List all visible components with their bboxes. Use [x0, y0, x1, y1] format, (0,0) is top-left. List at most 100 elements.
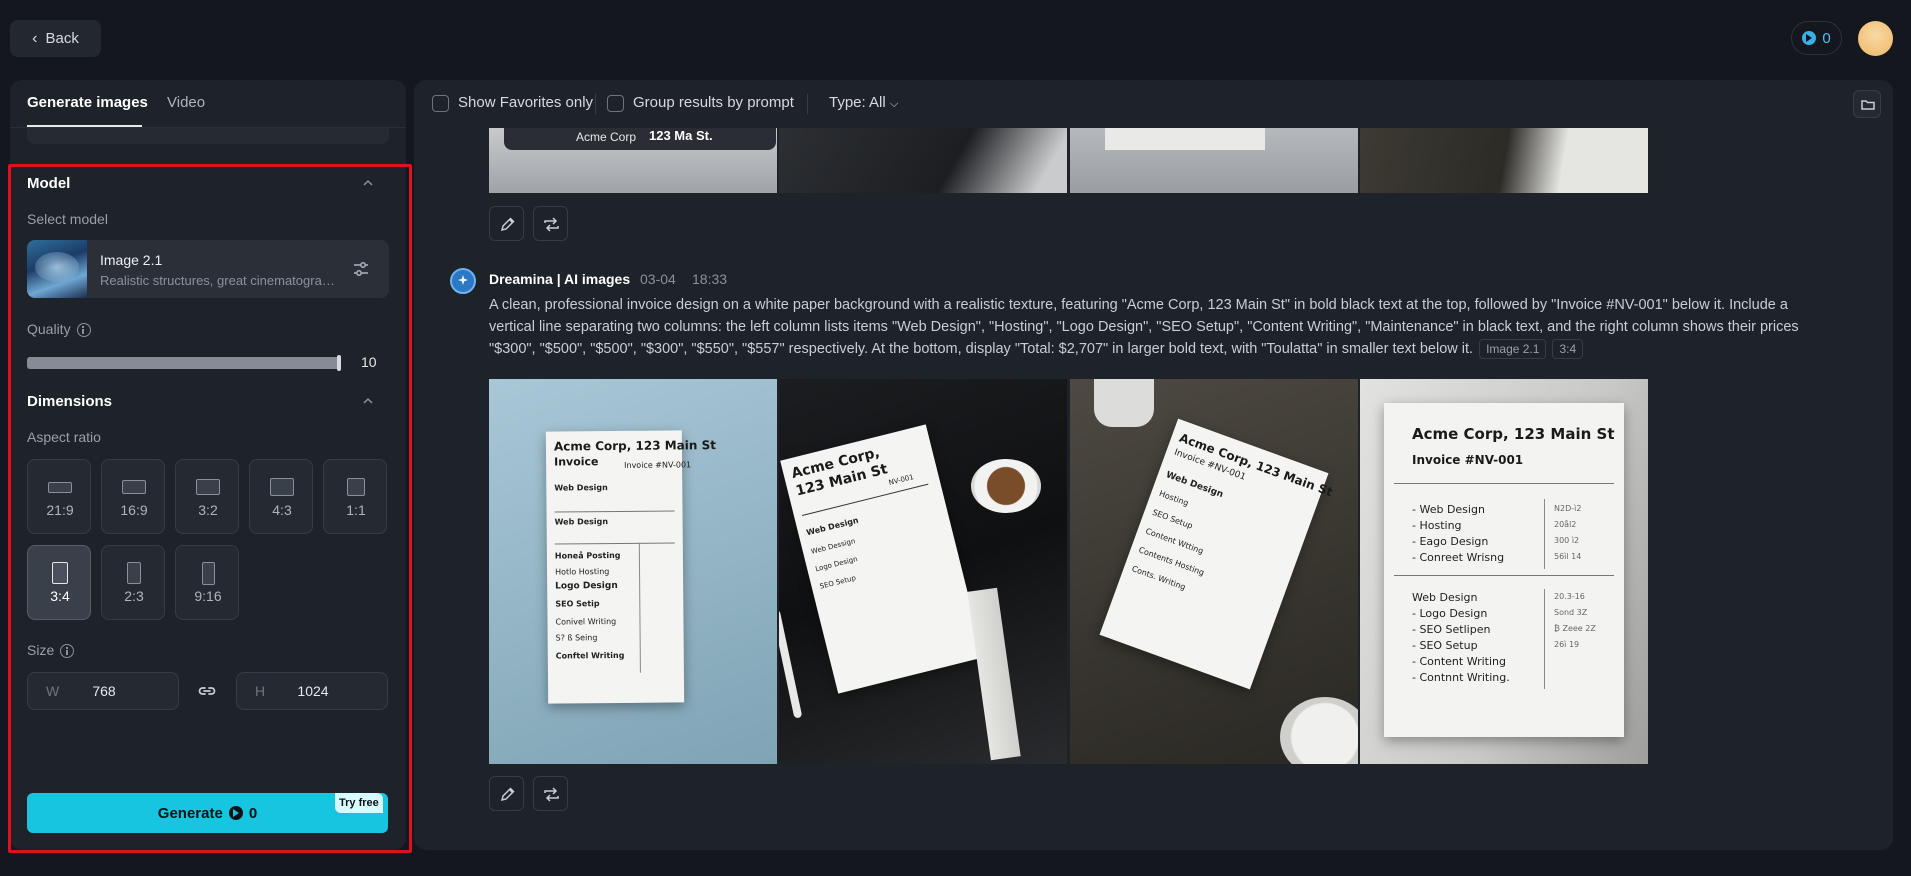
tab-video[interactable]: Video	[167, 94, 205, 111]
chevron-down-icon: ⌵	[889, 98, 899, 110]
chevron-left-icon: ‹	[32, 29, 38, 47]
result-image[interactable]: Acme Corp 123 Ma St.	[489, 128, 777, 193]
aspect-ratio-shape-icon	[201, 561, 215, 585]
model-section-title: Model	[27, 175, 71, 192]
back-label: Back	[45, 30, 79, 47]
quality-value: 10	[361, 354, 377, 370]
scrolled-section-edge	[27, 128, 389, 144]
edit-button[interactable]	[489, 776, 524, 811]
invoice-line: Web Design	[554, 517, 609, 527]
quality-slider[interactable]	[27, 355, 341, 371]
user-avatar[interactable]	[1858, 21, 1893, 56]
quality-slider-fill	[27, 357, 341, 369]
ratio-tag[interactable]: 3:4	[1552, 339, 1584, 360]
invoice-price: 26ì 19	[1554, 640, 1580, 649]
invoice-line: Hotlo Hosting	[555, 567, 610, 577]
model-selector[interactable]: Image 2.1 Realistic structures, great ci…	[27, 240, 389, 298]
credit-coin-icon	[228, 806, 243, 820]
invoice-line: Honeå Posting	[554, 550, 621, 561]
credits-badge[interactable]: 0	[1791, 21, 1842, 55]
invoice-paper: Acme Corp, 123 Main St Invoice Invoice #…	[545, 430, 716, 704]
ruler	[967, 587, 1021, 761]
folder-button[interactable]	[1853, 90, 1881, 118]
invoice-line: SEO Setip	[555, 599, 600, 609]
link-icon[interactable]	[196, 680, 218, 702]
collapse-dimensions-icon[interactable]	[362, 395, 374, 407]
favorites-label[interactable]: Show Favorites only	[458, 94, 593, 111]
pen	[779, 609, 803, 719]
aspect-ratio-9-16-button[interactable]: 9:16	[175, 545, 239, 620]
aspect-ratio-3-4-button[interactable]: 3:4	[27, 545, 91, 620]
invoice-line: - Logo Design	[1412, 607, 1488, 620]
aspect-ratio-label: 9:16	[194, 588, 222, 604]
regenerate-button[interactable]	[533, 776, 568, 811]
result-image-1[interactable]: Acme Corp, 123 Main St Invoice Invoice #…	[489, 379, 777, 764]
type-filter-label: Type: All	[829, 94, 886, 111]
sliders-icon[interactable]	[351, 259, 371, 279]
message-time: 18:33	[692, 271, 728, 287]
info-icon[interactable]	[60, 644, 75, 659]
invoice-paper: Acme Corp, 123 Main St NV-001 Web Design…	[780, 424, 984, 694]
invoice-price: 300 ì2	[1554, 536, 1580, 545]
aspect-ratio-label: 3:2	[198, 502, 218, 518]
aspect-ratio-1-1-button[interactable]: 1:1	[323, 459, 387, 534]
info-icon[interactable]	[76, 323, 91, 338]
result-image[interactable]	[779, 128, 1067, 193]
aspect-ratio-shape-icon	[270, 478, 294, 496]
collapse-model-icon[interactable]	[362, 177, 374, 189]
divider	[595, 94, 596, 114]
mode-tabs: Generate images Video	[10, 80, 406, 128]
results-panel: Show Favorites only Group results by pro…	[414, 80, 1893, 850]
invoice-price: 20.3-16	[1554, 592, 1585, 601]
aspect-ratio-21-9-button[interactable]: 21:9	[27, 459, 91, 534]
aspect-ratio-label: 3:4	[50, 588, 70, 604]
message-author: Dreamina | AI images	[489, 271, 631, 287]
regenerate-button[interactable]	[533, 206, 568, 241]
width-input[interactable]: W 768	[27, 672, 179, 710]
back-button[interactable]: ‹ Back	[10, 20, 101, 57]
aspect-ratio-2-3-button[interactable]: 2:3	[101, 545, 165, 620]
top-bar: ‹ Back 0	[0, 0, 1911, 78]
quality-slider-thumb[interactable]	[337, 355, 341, 371]
filter-bar: Show Favorites only Group results by pro…	[414, 80, 1893, 128]
result-image-4[interactable]: Acme Corp, 123 Main St Invoice #NV-001 -…	[1360, 379, 1648, 764]
invoice-price: 20ål2	[1554, 520, 1577, 529]
invoice-title: Invoice #NV-001	[1412, 453, 1524, 467]
tab-generate-images[interactable]: Generate images	[27, 94, 148, 111]
invoice-line: Logo Design	[814, 555, 859, 574]
aspect-ratio-label: 16:9	[120, 502, 148, 518]
repeat-icon	[544, 787, 559, 802]
height-input[interactable]: H 1024	[236, 672, 388, 710]
paper-shape	[1105, 128, 1265, 150]
image-text: 123 Ma St.	[649, 128, 713, 143]
group-label[interactable]: Group results by prompt	[633, 94, 794, 111]
generate-button[interactable]: Generate 0	[27, 793, 388, 833]
type-filter-dropdown[interactable]: Type: All ⌵	[829, 94, 898, 111]
active-tab-indicator	[27, 125, 142, 127]
pencil-icon	[500, 787, 515, 802]
edit-button[interactable]	[489, 206, 524, 241]
result-image[interactable]	[1360, 128, 1648, 193]
result-image-3[interactable]: Acme Corp, 123 Main St Invoice #NV-001 W…	[1070, 379, 1358, 764]
try-free-badge: Try free	[335, 793, 383, 813]
invoice-line: SEO Setup	[818, 574, 857, 591]
generate-cost: 0	[248, 804, 258, 822]
model-name: Image 2.1	[100, 252, 163, 268]
group-checkbox[interactable]	[607, 95, 624, 112]
aspect-ratio-16-9-button[interactable]: 16:9	[101, 459, 165, 534]
credits-count: 0	[1822, 29, 1831, 47]
model-tag[interactable]: Image 2.1	[1479, 339, 1547, 360]
invoice-line: - Contnnt Writing.	[1412, 671, 1510, 684]
invoice-line: - SEO Setup	[1412, 639, 1478, 652]
quality-label: Quality	[27, 321, 91, 338]
aspect-ratio-3-2-button[interactable]: 3:2	[175, 459, 239, 534]
invoice-line: - Conreet Wrisng	[1412, 551, 1505, 564]
favorites-checkbox[interactable]	[432, 95, 449, 112]
invoice-price: N2D-ì2	[1554, 504, 1582, 513]
invoice-line: Hosting	[1157, 488, 1190, 508]
aspect-ratio-4-3-button[interactable]: 4:3	[249, 459, 313, 534]
size-label-text: Size	[27, 642, 55, 658]
invoice-title: Acme Corp, 123 Main St	[1412, 425, 1615, 443]
result-image[interactable]	[1070, 128, 1358, 193]
result-image-2[interactable]: Acme Corp, 123 Main St NV-001 Web Design…	[779, 379, 1067, 764]
